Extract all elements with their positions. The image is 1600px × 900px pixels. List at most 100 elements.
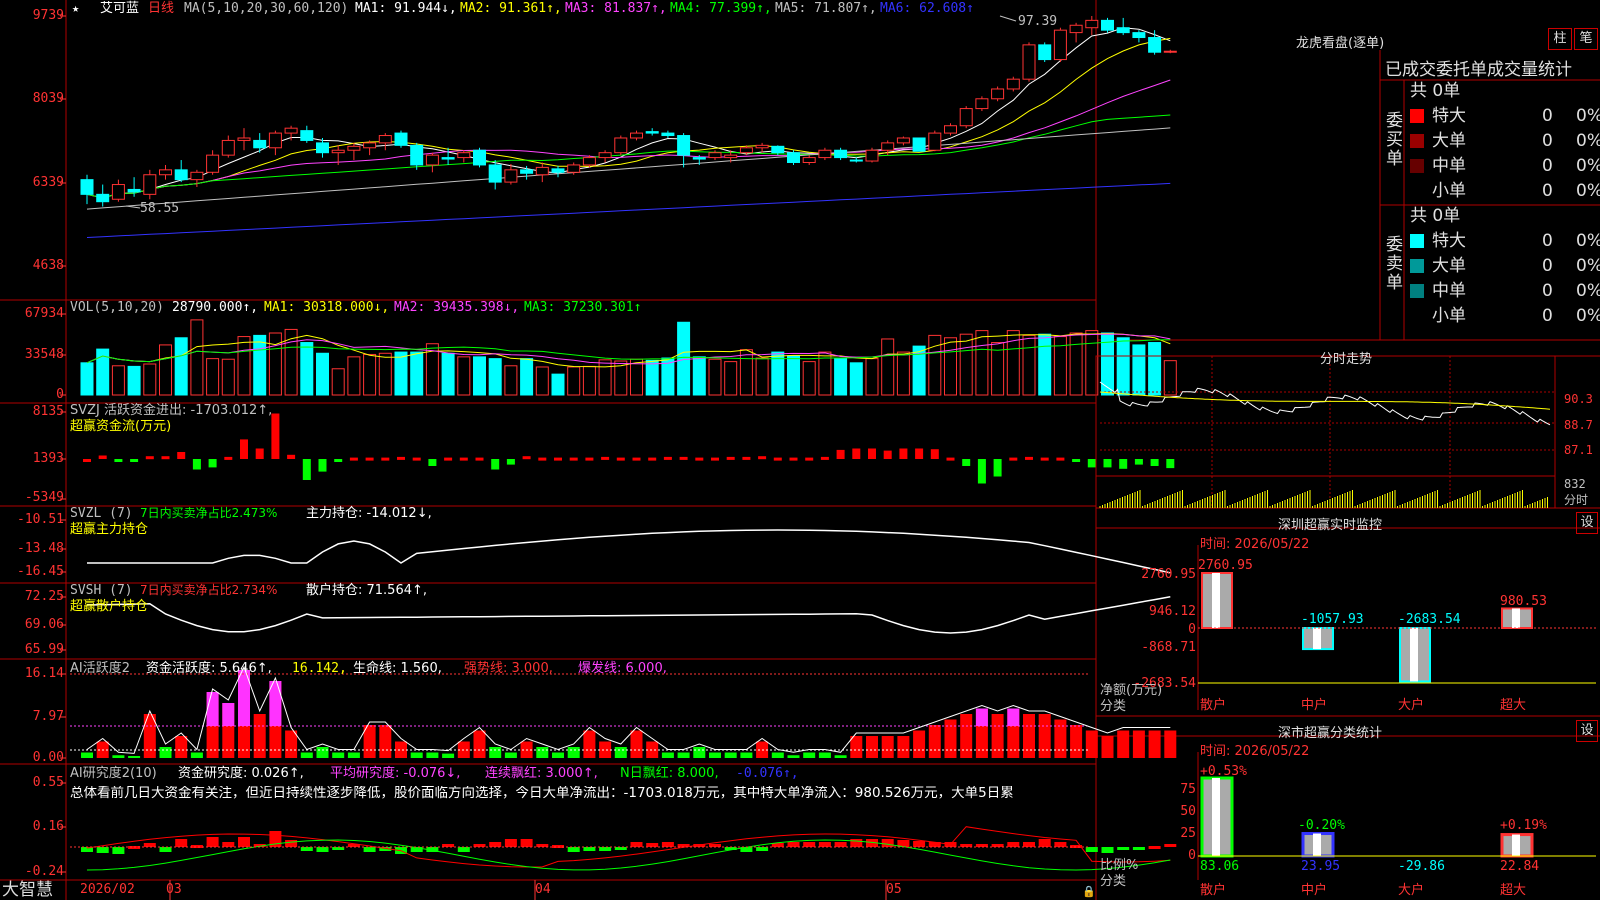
- ai-research-title: AI研究度2(10): [70, 766, 157, 781]
- bar-view-button[interactable]: 柱: [1548, 28, 1572, 50]
- candle: [881, 142, 895, 151]
- svzj-bar: [1087, 459, 1096, 468]
- svzj-bar: [601, 456, 610, 460]
- candle: [316, 142, 329, 154]
- svzj-bar: [130, 459, 139, 462]
- svzl-y-label: -10.51: [17, 512, 64, 527]
- svzj-bar: [679, 456, 688, 460]
- research-bar: [489, 842, 502, 847]
- svzj-bar: [538, 457, 547, 461]
- research-bar: [238, 837, 250, 847]
- activity-bar: [332, 752, 345, 758]
- svzj-bar: [616, 457, 625, 461]
- sz-y-label: -868.71: [1141, 640, 1196, 655]
- activity-bar: [316, 747, 329, 758]
- sz-bar-value: -1057.93: [1301, 612, 1364, 627]
- svzj-bar: [271, 413, 280, 459]
- svzj-bar: [381, 457, 390, 461]
- svzj-bar: [569, 457, 578, 461]
- svzj-bar: [1009, 457, 1018, 461]
- vol-ma2: MA2: 39435.398↓,: [394, 300, 520, 315]
- svzj-bar: [1134, 459, 1143, 465]
- activity-bar: [709, 752, 721, 758]
- ai-active-y-label: 16.14: [24, 666, 64, 681]
- sz-bar-highlight: [1512, 608, 1520, 628]
- svzj-bar: [365, 457, 374, 461]
- activity-bar: [866, 736, 878, 758]
- sell-row: 小单 00%: [1410, 305, 1600, 327]
- candle: [1085, 19, 1099, 29]
- candle: [174, 169, 188, 181]
- svzj-y-label: -5349: [24, 490, 64, 505]
- research-bar: [1038, 839, 1051, 847]
- svzj-bar: [224, 456, 233, 460]
- candle: [849, 159, 863, 162]
- cls-settings-button[interactable]: 设: [1576, 720, 1598, 742]
- svzj-bar: [1056, 457, 1065, 461]
- stat-title: 已成交委托单成交量统计: [1385, 60, 1572, 80]
- research-bar: [661, 842, 674, 847]
- activity-bar: [740, 752, 753, 758]
- ai-research-research: 资金研究度: 0.026↑,: [178, 766, 304, 781]
- activity-bar: [771, 752, 784, 758]
- activity-bar: [347, 752, 360, 758]
- pen-view-button[interactable]: 笔: [1574, 28, 1598, 50]
- svzj-bar: [742, 456, 751, 460]
- activity-bar: [787, 755, 800, 758]
- sell-swatch: [1410, 309, 1424, 323]
- svzj-bar: [522, 456, 531, 460]
- volume-bar: [1163, 360, 1177, 396]
- volume-bar: [316, 352, 329, 396]
- activity-bar: [473, 730, 486, 758]
- candle: [724, 154, 738, 159]
- svsh-title: SVSH (7): [70, 583, 133, 598]
- volume-bar: [755, 357, 769, 396]
- svzj-bar: [836, 449, 845, 459]
- stock-name: 艾可蓝: [100, 1, 140, 16]
- main-chart[interactable]: [0, 0, 1600, 900]
- activity-bar-top: [222, 703, 235, 726]
- activity-bar: [1148, 730, 1161, 758]
- candle: [488, 164, 502, 183]
- svzj-bar: [758, 456, 767, 460]
- cls-y-label: 50: [1180, 804, 1196, 819]
- research-bar: [756, 847, 769, 851]
- activity-bar: [285, 730, 298, 758]
- svzj-bar: [1103, 459, 1112, 468]
- ai-active-burst: 爆发线: 6.000,: [578, 661, 667, 676]
- candle: [347, 145, 361, 151]
- lock-icon[interactable]: 🔒: [1082, 884, 1096, 899]
- activity-bar: [175, 736, 188, 758]
- candle: [567, 164, 581, 173]
- ma2-value: MA2: 91.361↑,: [460, 1, 562, 16]
- star-icon[interactable]: ★: [72, 1, 79, 16]
- activity-bar: [818, 752, 831, 758]
- cls-value: 23.95: [1301, 859, 1341, 874]
- research-bar: [1007, 842, 1020, 847]
- vol-title: VOL(5,10,20): [70, 300, 164, 315]
- research-bar: [520, 839, 533, 847]
- svzj-bar: [789, 457, 798, 461]
- volume-bar: [80, 362, 94, 396]
- research-bar: [787, 842, 800, 847]
- svzj-bar: [334, 459, 343, 462]
- period-label[interactable]: 日线: [148, 1, 174, 16]
- ai-research-y-label: 0.55: [32, 775, 64, 790]
- ai-research-y-label: -0.24: [24, 864, 64, 879]
- activity-bar: [881, 736, 894, 758]
- sz-x-axis-title: 分类: [1100, 699, 1127, 714]
- cls-value: 22.84: [1500, 859, 1540, 874]
- month-label: 03: [166, 882, 182, 897]
- activity-bar: [803, 752, 816, 758]
- volume-bar: [802, 361, 816, 396]
- activity-bar: [928, 725, 941, 758]
- sz-settings-button[interactable]: 设: [1576, 512, 1598, 534]
- sz-y-label: 0: [1188, 622, 1196, 637]
- volume-bar: [159, 344, 172, 396]
- cls-category: 中户: [1301, 883, 1328, 898]
- svzj-bar: [554, 457, 562, 461]
- research-bar: [143, 843, 156, 847]
- candle: [96, 193, 110, 203]
- sz-category: 大户: [1398, 698, 1425, 713]
- volume-bar: [834, 357, 848, 396]
